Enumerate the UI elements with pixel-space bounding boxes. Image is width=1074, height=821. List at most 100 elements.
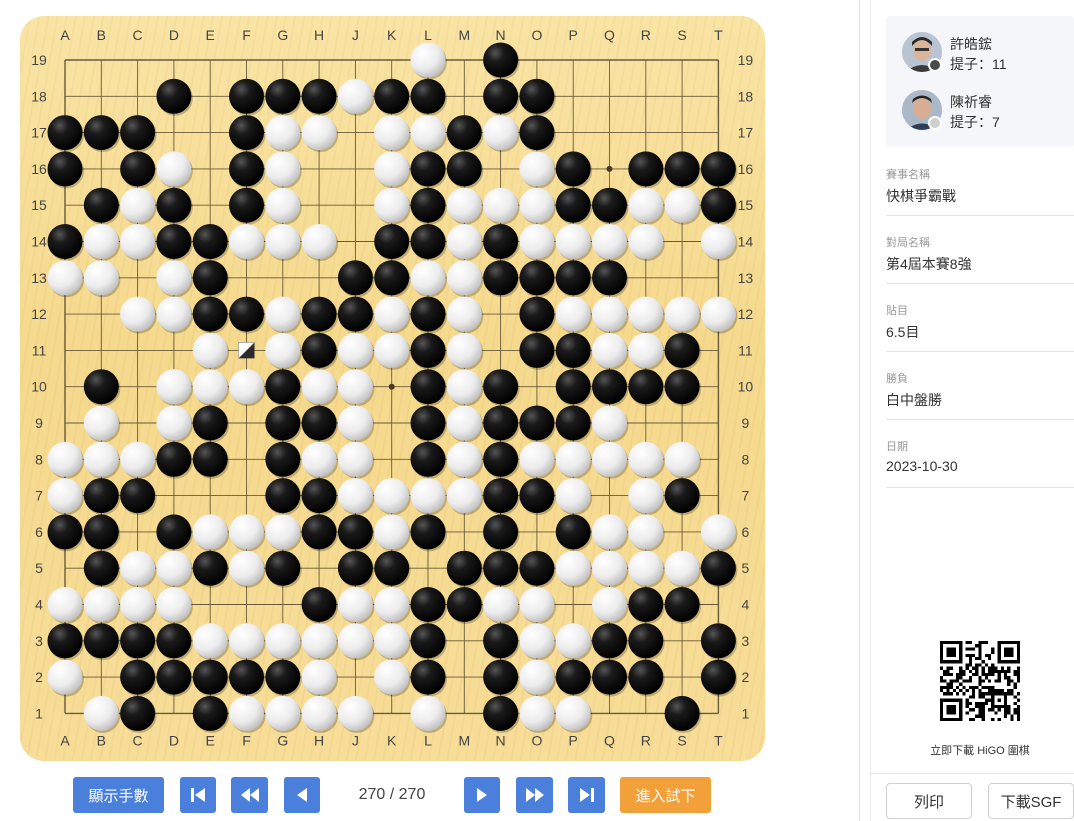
white-stone	[555, 695, 593, 733]
go-board-svg[interactable]: AABBCCDDEEFFGGHHJJKKLLMMNNOOPPQQRRSSTT19…	[20, 16, 765, 761]
white-stone	[628, 514, 665, 552]
player-name: 許皓鋐	[950, 36, 992, 52]
show-move-numbers-button[interactable]: 顯示手數	[73, 777, 164, 813]
column-label: P	[569, 732, 578, 748]
black-stone	[120, 151, 157, 189]
info-event: 賽事名稱 快棋爭霸戰	[886, 166, 1074, 216]
row-label: 16	[31, 161, 47, 177]
black-stone	[229, 296, 266, 334]
white-stone	[156, 296, 193, 334]
black-stone	[555, 369, 593, 407]
white-stone	[301, 441, 339, 479]
info-label: 日期	[886, 441, 908, 453]
download-sgf-button[interactable]: 下載SGF	[988, 783, 1074, 819]
row-label: 19	[738, 52, 754, 68]
qr-code[interactable]	[940, 641, 1020, 721]
black-stone	[700, 659, 738, 697]
white-stone	[337, 369, 375, 407]
next-move-button[interactable]	[464, 777, 500, 813]
white-stone	[337, 78, 375, 116]
column-label: F	[242, 27, 251, 43]
previous-move-button[interactable]	[284, 777, 320, 813]
black-stone	[446, 550, 484, 588]
black-stone	[265, 441, 302, 479]
black-stone	[664, 332, 702, 370]
white-stone	[265, 623, 302, 661]
black-stone	[555, 260, 593, 298]
row-label: 11	[738, 342, 753, 358]
white-stone	[446, 441, 484, 479]
white-stone	[519, 587, 556, 624]
black-stone	[410, 587, 447, 624]
column-label: D	[169, 732, 179, 748]
player-captures: 提子：11	[950, 56, 1007, 72]
black-stone	[519, 115, 556, 153]
panel-separator	[870, 773, 1074, 774]
first-move-button[interactable]	[180, 777, 216, 813]
white-stone	[664, 187, 702, 225]
fast-forward-button[interactable]	[516, 777, 553, 813]
white-stone	[664, 296, 702, 334]
white-stone	[265, 296, 302, 334]
rewind-button[interactable]	[231, 777, 268, 813]
white-stone	[374, 151, 411, 189]
black-stone	[483, 659, 520, 697]
black-stone	[374, 78, 411, 116]
white-stone	[229, 224, 266, 261]
white-stone	[265, 514, 302, 552]
info-value: 6.5目	[886, 324, 920, 340]
black-stone	[301, 478, 339, 516]
white-stone	[265, 151, 302, 189]
row-label: 13	[738, 270, 754, 286]
info-label: 賽事名稱	[886, 169, 930, 181]
try-mode-button[interactable]: 進入試下	[620, 777, 711, 813]
last-move-button[interactable]	[568, 777, 605, 813]
row-label: 10	[31, 379, 47, 395]
black-stone	[229, 659, 266, 697]
white-stone	[446, 260, 484, 298]
row-label: 13	[31, 270, 47, 286]
black-stone	[519, 296, 556, 334]
white-stone	[628, 332, 665, 370]
row-label: 14	[31, 234, 47, 250]
white-stone	[374, 332, 411, 370]
white-stone	[410, 42, 447, 80]
black-stone	[47, 514, 84, 552]
white-stone	[301, 115, 339, 153]
players-card: 許皓鋐 提子：11 陳祈睿 提子：7	[886, 16, 1074, 147]
black-stone	[374, 224, 411, 261]
go-board[interactable]: A A B B C C D D E E F F G G H H J J K K L L M M N N O O P P Q Q R R S S T T 19…	[20, 16, 765, 761]
white-stone	[700, 224, 738, 261]
black-stone	[410, 78, 447, 116]
black-stone	[120, 623, 157, 661]
white-stone	[592, 224, 629, 261]
white-stone	[555, 441, 593, 479]
column-label: A	[60, 27, 70, 43]
black-stone	[120, 659, 157, 697]
star-point	[606, 165, 613, 172]
row-label: 4	[742, 597, 750, 613]
black-stone	[120, 115, 157, 153]
black-stone	[410, 151, 447, 189]
white-stone	[47, 659, 84, 697]
row-label: 15	[31, 197, 47, 213]
black-stone	[337, 550, 375, 588]
white-stone	[229, 623, 266, 661]
column-label: G	[277, 27, 288, 43]
panel-divider	[859, 0, 860, 821]
black-stone	[410, 332, 447, 370]
black-stone	[47, 224, 84, 261]
black-stone	[483, 478, 520, 516]
black-stone	[446, 151, 484, 189]
black-stone	[156, 659, 193, 697]
next-move-icon	[477, 788, 487, 802]
black-stone	[700, 151, 738, 189]
black-stone	[83, 115, 121, 153]
black-stone	[156, 187, 193, 225]
white-stone	[628, 550, 665, 588]
print-button[interactable]: 列印	[886, 783, 972, 819]
white-stone	[229, 369, 266, 407]
black-stone	[519, 478, 556, 516]
black-stone	[83, 187, 121, 225]
white-stone	[483, 115, 520, 153]
